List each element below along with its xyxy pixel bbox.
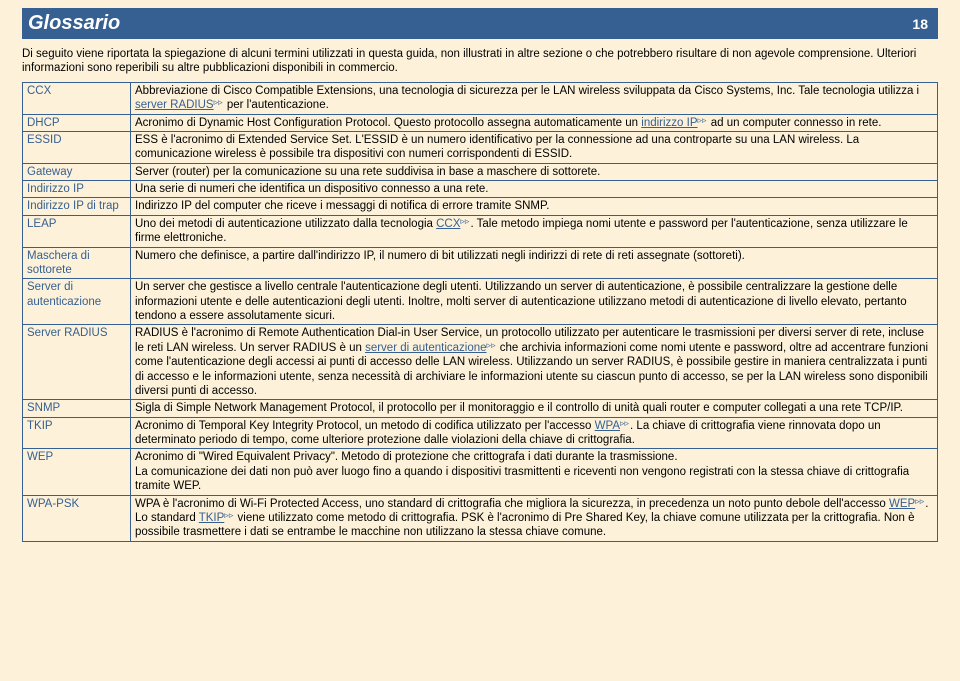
definition-text: Numero che definisce, a partire dall'ind… bbox=[135, 250, 745, 262]
definition-text: Un server che gestisce a livello central… bbox=[135, 281, 907, 322]
page-content: Glossario 18 Di seguito viene riportata … bbox=[0, 0, 960, 562]
definition-text: WPA è l'acronimo di Wi-Fi Protected Acce… bbox=[135, 498, 889, 510]
glossary-term: DHCP bbox=[23, 114, 131, 131]
definition-text: ad un computer connesso in rete. bbox=[708, 117, 882, 129]
glossary-definition: Una serie di numeri che identifica un di… bbox=[131, 181, 938, 198]
glossary-row: WPA-PSK WPA è l'acronimo di Wi-Fi Protect… bbox=[23, 495, 938, 541]
glossary-definition: ESS è l'acronimo di Extended Service Set… bbox=[131, 131, 938, 163]
definition-text: Acronimo di "Wired Equivalent Privacy". … bbox=[135, 451, 678, 463]
glossary-definition: Acronimo di Dynamic Host Configuration P… bbox=[131, 114, 938, 131]
glossary-row: SNMP Sigla di Simple Network Management P… bbox=[23, 400, 938, 417]
glossary-row: LEAP Uno dei metodi di autenticazione uti… bbox=[23, 215, 938, 247]
glossary-definition: Server (router) per la comunicazione su … bbox=[131, 163, 938, 180]
glossary-definition: Abbreviazione di Cisco Compatible Extens… bbox=[131, 82, 938, 114]
intro-paragraph: Di seguito viene riportata la spiegazion… bbox=[22, 47, 938, 76]
glossary-row: CCX Abbreviazione di Cisco Compatible Ext… bbox=[23, 82, 938, 114]
definition-text: Acronimo di Dynamic Host Configuration P… bbox=[135, 117, 641, 129]
glossary-term: Server di autenticazione bbox=[23, 279, 131, 325]
cross-reference-link[interactable]: indirizzo IP bbox=[641, 117, 697, 129]
cross-reference-icon: ▹▹ bbox=[487, 341, 496, 350]
page-title: Glossario bbox=[28, 12, 120, 35]
definition-text: viene utilizzato come metodo di crittogr… bbox=[135, 512, 915, 538]
cross-reference-icon: ▹▹ bbox=[224, 511, 233, 520]
glossary-definition: Un server che gestisce a livello central… bbox=[131, 279, 938, 325]
glossary-term: WEP bbox=[23, 449, 131, 495]
cross-reference-icon: ▹▹ bbox=[698, 116, 707, 125]
glossary-term: ESSID bbox=[23, 131, 131, 163]
cross-reference-icon: ▹▹ bbox=[460, 217, 469, 226]
cross-reference-link[interactable]: CCX bbox=[436, 218, 460, 230]
page-number: 18 bbox=[912, 16, 928, 32]
glossary-term: SNMP bbox=[23, 400, 131, 417]
glossary-term: LEAP bbox=[23, 215, 131, 247]
glossary-definition: RADIUS è l'acronimo di Remote Authentica… bbox=[131, 325, 938, 400]
glossary-row: ESSIDESS è l'acronimo di Extended Servic… bbox=[23, 131, 938, 163]
glossary-row: DHCP Acronimo di Dynamic Host Configurati… bbox=[23, 114, 938, 131]
definition-text: Una serie di numeri che identifica un di… bbox=[135, 183, 489, 195]
glossary-definition: Indirizzo IP del computer che riceve i m… bbox=[131, 198, 938, 215]
definition-text: Indirizzo IP del computer che riceve i m… bbox=[135, 200, 549, 212]
cross-reference-icon: ▹▹ bbox=[214, 98, 223, 107]
glossary-term: Indirizzo IP bbox=[23, 181, 131, 198]
glossary-row: Server di autenticazioneUn server che ge… bbox=[23, 279, 938, 325]
definition-text: per l'autenticazione. bbox=[224, 99, 329, 111]
glossary-term: Maschera di sottorete bbox=[23, 247, 131, 279]
definition-text: Sigla di Simple Network Management Proto… bbox=[135, 402, 903, 414]
glossary-row: Indirizzo IP Una serie di numeri che iden… bbox=[23, 181, 938, 198]
glossary-row: WEP Acronimo di "Wired Equivalent Privacy… bbox=[23, 449, 938, 495]
definition-text: ESS è l'acronimo di Extended Service Set… bbox=[135, 134, 859, 160]
glossary-term: CCX bbox=[23, 82, 131, 114]
glossary-row: TKIP Acronimo di Temporal Key Integrity P… bbox=[23, 417, 938, 449]
cross-reference-icon: ▹▹ bbox=[620, 419, 629, 428]
glossary-term: Gateway bbox=[23, 163, 131, 180]
definition-text: Uno dei metodi di autenticazione utilizz… bbox=[135, 218, 436, 230]
definition-text: Acronimo di Temporal Key Integrity Proto… bbox=[135, 420, 595, 432]
cross-reference-link[interactable]: server di autenticazione bbox=[365, 342, 486, 354]
glossary-row: Server RADIUSRADIUS è l'acronimo di Remo… bbox=[23, 325, 938, 400]
cross-reference-link[interactable]: server RADIUS bbox=[135, 99, 214, 111]
glossary-definition: Sigla di Simple Network Management Proto… bbox=[131, 400, 938, 417]
glossary-term: Server RADIUS bbox=[23, 325, 131, 400]
glossary-definition: Acronimo di Temporal Key Integrity Proto… bbox=[131, 417, 938, 449]
glossary-term: Indirizzo IP di trap bbox=[23, 198, 131, 215]
cross-reference-link[interactable]: WPA bbox=[595, 420, 620, 432]
definition-text: Server (router) per la comunicazione su … bbox=[135, 166, 600, 178]
glossary-definition: WPA è l'acronimo di Wi-Fi Protected Acce… bbox=[131, 495, 938, 541]
cross-reference-link[interactable]: TKIP bbox=[199, 512, 225, 524]
cross-reference-icon: ▹▹ bbox=[915, 497, 924, 506]
glossary-row: Gateway Server (router) per la comunicazi… bbox=[23, 163, 938, 180]
glossary-row: Indirizzo IP di trap Indirizzo IP del com… bbox=[23, 198, 938, 215]
header-bar: Glossario 18 bbox=[22, 8, 938, 39]
glossary-term: WPA-PSK bbox=[23, 495, 131, 541]
definition-text: La comunicazione dei dati non può aver l… bbox=[135, 466, 909, 492]
glossary-row: Maschera di sottorete Numero che definisc… bbox=[23, 247, 938, 279]
glossary-table: CCX Abbreviazione di Cisco Compatible Ext… bbox=[22, 82, 938, 542]
glossary-definition: Uno dei metodi di autenticazione utilizz… bbox=[131, 215, 938, 247]
cross-reference-link[interactable]: WEP bbox=[889, 498, 915, 510]
glossary-term: TKIP bbox=[23, 417, 131, 449]
glossary-definition: Numero che definisce, a partire dall'ind… bbox=[131, 247, 938, 279]
definition-text: Abbreviazione di Cisco Compatible Extens… bbox=[135, 85, 919, 97]
glossary-definition: Acronimo di "Wired Equivalent Privacy". … bbox=[131, 449, 938, 495]
